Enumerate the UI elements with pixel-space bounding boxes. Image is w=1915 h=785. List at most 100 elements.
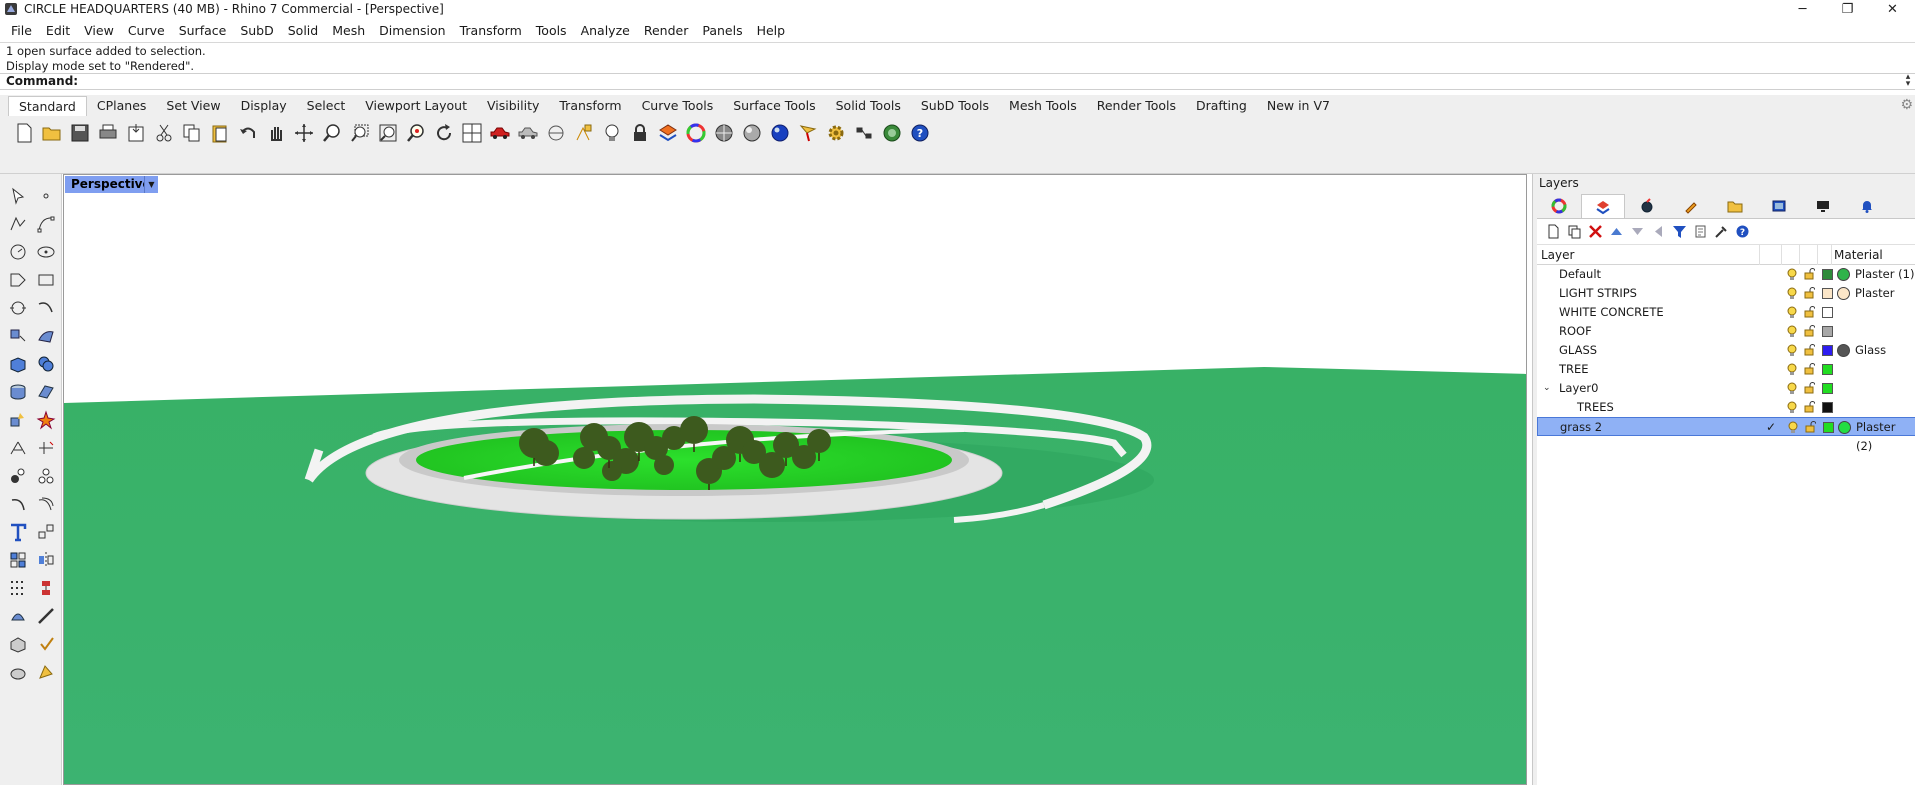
layer-icon[interactable] [654,120,682,146]
expand-chevron-icon[interactable]: ⌄ [1543,379,1551,398]
layer-color-swatch[interactable] [1823,422,1834,433]
layer-row[interactable]: TREES [1537,398,1915,417]
layer-material[interactable]: Plaster (2) [1856,418,1915,456]
layer-material[interactable]: Plaster [1855,284,1894,303]
tab-set-view[interactable]: Set View [156,96,230,116]
layer-color-swatch[interactable] [1822,345,1833,356]
move-left-icon[interactable] [1648,222,1669,242]
layer-name[interactable]: TREES [1577,398,1614,417]
tab-standard[interactable]: Standard [8,96,87,116]
rendered-sphere-icon[interactable] [738,120,766,146]
menu-analyze[interactable]: Analyze [574,23,637,38]
zoom-selected-icon[interactable] [402,120,430,146]
light-bulb-icon[interactable] [1787,306,1797,319]
shaded-sphere-icon[interactable] [710,120,738,146]
block-icon[interactable] [4,574,32,602]
paste-icon[interactable] [206,120,234,146]
layer-name[interactable]: Default [1559,265,1601,284]
unlocked-padlock-icon[interactable] [1804,287,1815,299]
layer-color-swatch[interactable] [1822,326,1833,337]
menu-transform[interactable]: Transform [453,23,529,38]
tab-select[interactable]: Select [297,96,356,116]
copy-layer-icon[interactable] [1690,222,1711,242]
move-down-icon[interactable] [1627,222,1648,242]
pan-hand-icon[interactable] [262,120,290,146]
tab-surface-tools[interactable]: Surface Tools [723,96,825,116]
perspective-viewport[interactable]: Perspective ▼ [63,174,1527,785]
named-view-icon[interactable] [514,120,542,146]
light-bulb-icon[interactable] [598,120,626,146]
light-bulb-icon[interactable] [1788,421,1798,434]
layer-name[interactable]: grass 2 [1560,418,1602,437]
grasshopper-icon[interactable] [850,120,878,146]
cplane-icon[interactable] [542,120,570,146]
new-layer-icon[interactable] [1543,222,1564,242]
zoom-extents-icon[interactable] [374,120,402,146]
light-bulb-icon[interactable] [1787,401,1797,414]
unlocked-padlock-icon[interactable] [1804,401,1815,413]
zoom-icon[interactable] [318,120,346,146]
light-bulb-icon[interactable] [1787,363,1797,376]
car-icon[interactable] [486,120,514,146]
layer-color-swatch[interactable] [1822,364,1833,375]
layer-name[interactable]: GLASS [1559,341,1597,360]
light-bulb-icon[interactable] [1787,268,1797,281]
align-icon[interactable] [32,574,60,602]
tab-solid-tools[interactable]: Solid Tools [826,96,911,116]
delete-icon[interactable] [1585,222,1606,242]
menu-solid[interactable]: Solid [281,23,325,38]
tools-icon[interactable] [1711,222,1732,242]
viewport-menu-arrow-icon[interactable]: ▼ [144,176,158,193]
surface-icon[interactable] [32,322,60,350]
array-icon[interactable] [4,546,32,574]
layer-name[interactable]: Layer0 [1559,379,1598,398]
gumball-icon[interactable] [32,602,60,630]
shapes-icon[interactable] [4,658,32,686]
analyze-icon[interactable] [32,462,60,490]
light-bulb-icon[interactable] [1787,287,1797,300]
grid-icon[interactable] [4,602,32,630]
material-column-header[interactable]: Material [1834,248,1883,262]
tab-viewport-layout[interactable]: Viewport Layout [355,96,477,116]
layer-row[interactable]: Default Plaster (1) [1537,265,1915,284]
rectangle-icon[interactable] [32,266,60,294]
mirror-icon[interactable] [32,546,60,574]
zoom-window-icon[interactable] [346,120,374,146]
render-sphere-icon[interactable] [766,120,794,146]
layer-column-header[interactable]: Layer [1541,248,1574,262]
layer-material[interactable]: Plaster (1) [1855,265,1914,284]
layer-row[interactable]: WHITE CONCRETE [1537,303,1915,322]
layer-row[interactable]: GLASS Glass [1537,341,1915,360]
menu-subd[interactable]: SubD [233,23,280,38]
rotate-icon[interactable] [430,120,458,146]
material-swatch[interactable] [1837,287,1850,300]
arc-icon[interactable] [4,294,32,322]
circle-icon[interactable] [4,238,32,266]
layer-row[interactable]: TREE [1537,360,1915,379]
tab-drafting[interactable]: Drafting [1186,96,1257,116]
layer-material[interactable]: Glass [1855,341,1886,360]
open-icon[interactable] [38,120,66,146]
unlocked-padlock-icon[interactable] [1804,325,1815,337]
tab-cplanes[interactable]: CPlanes [87,96,157,116]
select-arrow-icon[interactable] [4,182,32,210]
display-icon[interactable] [1757,194,1801,218]
layer-row[interactable]: grass 2 ✓ Plaster (2) [1537,417,1915,453]
menu-render[interactable]: Render [637,23,696,38]
color-icon[interactable] [1537,194,1581,218]
unlocked-padlock-icon[interactable] [1804,363,1815,375]
dimension-icon[interactable] [32,518,60,546]
menu-curve[interactable]: Curve [121,23,172,38]
menu-mesh[interactable]: Mesh [325,23,372,38]
save-icon[interactable] [66,120,94,146]
rendered-scene[interactable] [64,175,1527,785]
plane-icon[interactable] [32,378,60,406]
tab-mesh-tools[interactable]: Mesh Tools [999,96,1087,116]
print-icon[interactable] [94,120,122,146]
menu-dimension[interactable]: Dimension [372,23,452,38]
layer-color-swatch[interactable] [1822,269,1833,280]
help-icon[interactable]: ? [906,120,934,146]
minimize-button[interactable]: ─ [1780,0,1825,18]
layer-color-swatch[interactable] [1822,383,1833,394]
current-layer-check-icon[interactable]: ✓ [1766,418,1776,437]
